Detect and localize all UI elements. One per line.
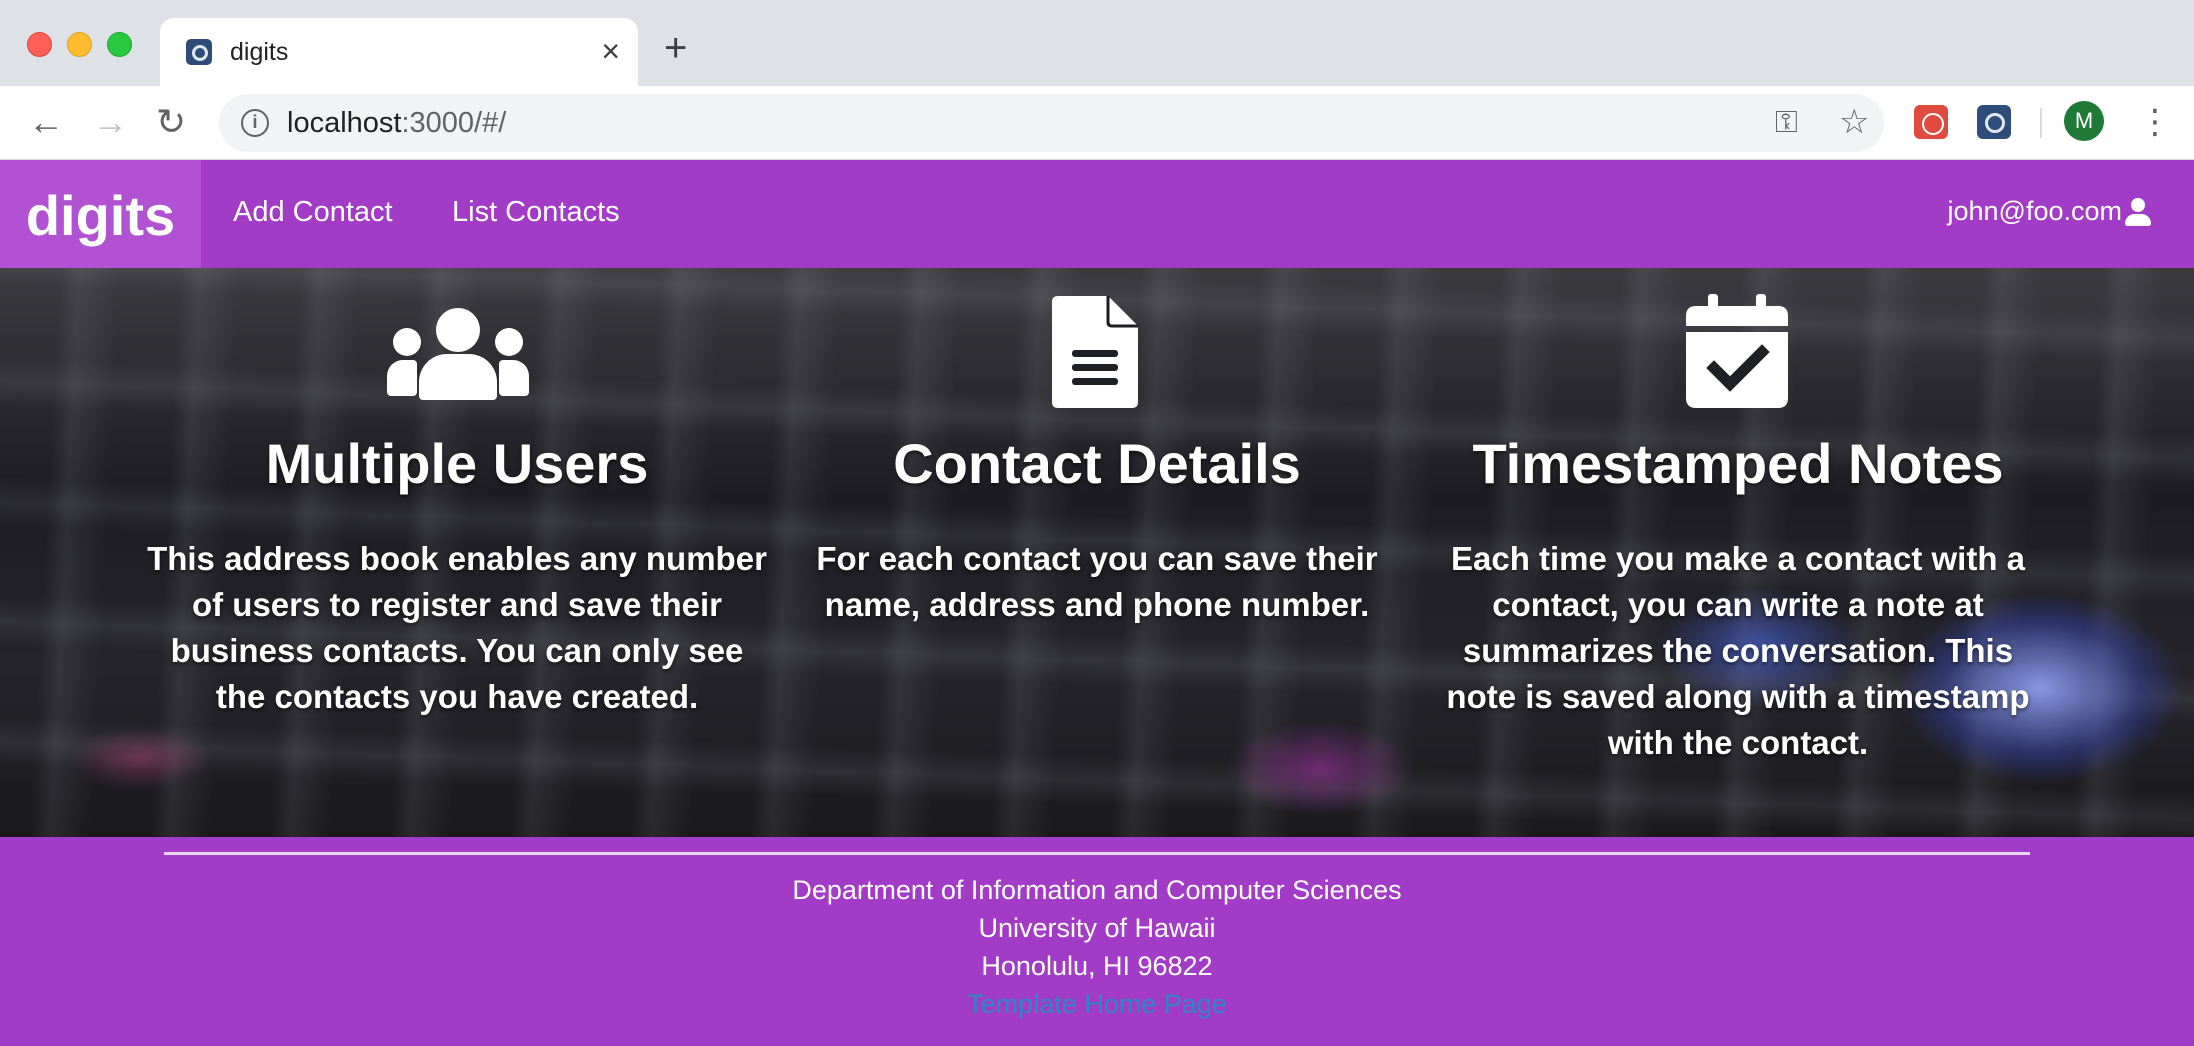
user-email: john@foo.com [1947, 196, 2123, 226]
tab-close-icon[interactable]: × [601, 32, 620, 70]
back-arrow-icon[interactable]: ← [28, 102, 64, 142]
footer-address: Department of Information and Computer S… [0, 871, 2194, 1023]
browser-toolbar: ← → ↻ i localhost:3000/#/ ⚿ ☆ M ⋮ [0, 86, 2194, 160]
feature-description: For each contact you can save their name… [816, 540, 1378, 623]
template-home-page-link[interactable]: Template Home Page [967, 989, 1227, 1019]
footer-university: University of Hawaii [978, 913, 1216, 943]
nav-add-contact[interactable]: Add Contact [233, 196, 393, 229]
tab-favicon-icon [186, 39, 212, 65]
footer-department: Department of Information and Computer S… [792, 875, 1402, 905]
close-window-button[interactable] [27, 32, 52, 57]
key-icon[interactable]: ⚿ [1775, 106, 1798, 140]
users-icon [147, 268, 767, 410]
react-devtools-extension-icon[interactable] [1914, 105, 1948, 139]
tab-title: digits [230, 38, 289, 66]
reload-icon[interactable]: ↻ [156, 102, 186, 142]
feature-multiple-users: Multiple Users This address book enables… [147, 268, 767, 720]
feature-timestamped-notes: Timestamped Notes Each time you make a c… [1428, 268, 2048, 766]
meteor-devtools-extension-icon[interactable] [1977, 105, 2011, 139]
file-alt-icon [787, 268, 1407, 410]
maximize-window-button[interactable] [107, 32, 132, 57]
star-icon[interactable]: ☆ [1839, 102, 1869, 142]
browser-tabstrip: digits × + [0, 0, 2194, 86]
feature-description: This address book enables any number of … [147, 540, 767, 715]
footer-divider [164, 852, 2030, 855]
profile-avatar[interactable]: M [2064, 101, 2104, 141]
browser-tab-active[interactable]: digits × [160, 18, 638, 86]
footer-city: Honolulu, HI 96822 [981, 951, 1213, 981]
url-text[interactable]: localhost:3000/#/ [287, 107, 506, 140]
user-dropdown[interactable]: john@foo.com [1948, 196, 2153, 227]
minimize-window-button[interactable] [67, 32, 92, 57]
new-tab-button[interactable]: + [664, 28, 687, 68]
landing-hero: Multiple Users This address book enables… [0, 268, 2194, 837]
page-footer: Department of Information and Computer S… [0, 837, 2194, 1046]
info-icon[interactable]: i [241, 109, 269, 137]
feature-title: Multiple Users [265, 432, 649, 495]
address-bar[interactable]: i localhost:3000/#/ ⚿ ☆ [219, 94, 1884, 152]
nav-list-contacts[interactable]: List Contacts [452, 196, 620, 229]
brand-logo[interactable]: digits [0, 160, 201, 275]
app-navbar: digits Add Contact List Contacts john@fo… [0, 160, 2194, 275]
calendar-check-icon [1428, 268, 2048, 410]
user-icon [2124, 197, 2152, 226]
feature-description: Each time you make a contact with a cont… [1446, 540, 2030, 761]
feature-title: Timestamped Notes [1472, 432, 2004, 495]
feature-contact-details: Contact Details For each contact you can… [787, 268, 1407, 628]
kebab-menu-icon[interactable]: ⋮ [2138, 98, 2172, 146]
forward-arrow-icon[interactable]: → [92, 102, 128, 142]
feature-title: Contact Details [893, 432, 1301, 495]
toolbar-divider [2040, 108, 2042, 138]
